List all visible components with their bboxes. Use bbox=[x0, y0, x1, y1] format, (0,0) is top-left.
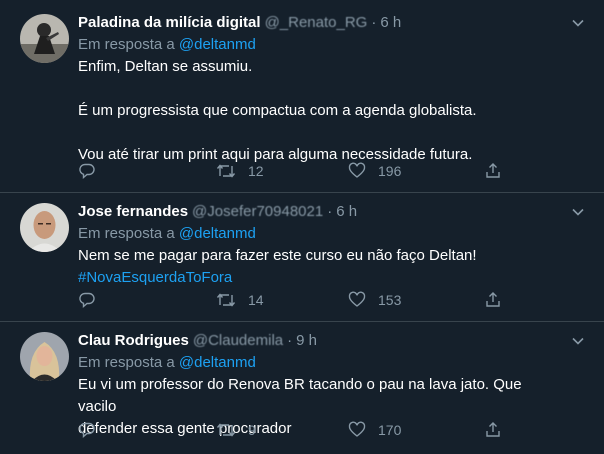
separator-dot: · bbox=[287, 332, 293, 349]
reply-context: Em resposta a @deltanmd bbox=[78, 223, 564, 245]
reply-prefix: Em resposta a bbox=[78, 354, 175, 371]
tweet-text: Enfim, Deltan se assumiu. É um progressi… bbox=[78, 56, 564, 166]
hashtag-link[interactable]: #NovaEsquerdaToFora bbox=[78, 267, 564, 289]
tweet-text-line: Enfim, Deltan se assumiu. bbox=[78, 58, 253, 75]
user-handle[interactable]: @Josefer70948021 bbox=[192, 203, 323, 220]
retweet-count: 14 bbox=[248, 292, 264, 308]
display-name[interactable]: Clau Rodrigues bbox=[78, 332, 189, 349]
like-button[interactable]: 170 bbox=[348, 420, 401, 440]
share-icon bbox=[486, 422, 500, 437]
user-handle[interactable]: @Claudemila bbox=[193, 332, 283, 349]
retweet-icon bbox=[216, 164, 236, 178]
separator-dot: · bbox=[371, 14, 377, 31]
tweet-header: Paladina da milícia digital @_Renato_RG · 6… bbox=[78, 12, 564, 34]
tweet-text: Nem se me pagar para fazer este curso eu… bbox=[78, 245, 564, 289]
avatar[interactable] bbox=[20, 332, 69, 381]
tweet[interactable]: Clau Rodrigues @Claudemila · 9 h Em respost… bbox=[0, 322, 604, 454]
chevron-down-icon[interactable] bbox=[570, 204, 586, 220]
separator-dot: · bbox=[327, 203, 333, 220]
like-count: 170 bbox=[378, 422, 402, 438]
retweet-count: 9 bbox=[248, 422, 256, 438]
share-button[interactable] bbox=[484, 290, 502, 310]
like-button[interactable]: 196 bbox=[348, 161, 401, 181]
retweet-icon bbox=[216, 423, 236, 437]
reply-context: Em resposta a @deltanmd bbox=[78, 34, 564, 56]
tweet-text-line: É um progressista que compactua com a ag… bbox=[78, 102, 477, 119]
reply-icon bbox=[79, 163, 95, 180]
user-handle[interactable]: @_Renato_RG bbox=[265, 14, 368, 31]
tweet-text-line: Nem se me pagar para fazer este curso eu… bbox=[78, 247, 477, 264]
tweet-header: Clau Rodrigues @Claudemila · 9 h bbox=[78, 330, 564, 352]
tweet-actions: 14 153 bbox=[78, 290, 518, 310]
reply-button[interactable] bbox=[78, 161, 96, 181]
share-icon bbox=[486, 163, 500, 178]
retweet-count: 12 bbox=[248, 163, 264, 179]
reply-mention[interactable]: @deltanmd bbox=[179, 36, 256, 53]
like-count: 196 bbox=[378, 163, 402, 179]
timestamp[interactable]: 6 h bbox=[380, 14, 401, 31]
share-icon bbox=[486, 292, 500, 307]
reply-mention[interactable]: @deltanmd bbox=[179, 354, 256, 371]
tweet-actions: 9 170 bbox=[78, 420, 518, 440]
avatar[interactable] bbox=[20, 14, 69, 63]
chevron-down-icon[interactable] bbox=[570, 15, 586, 31]
retweet-button[interactable]: 12 bbox=[216, 161, 264, 181]
share-button[interactable] bbox=[484, 420, 502, 440]
share-button[interactable] bbox=[484, 161, 502, 181]
display-name[interactable]: Jose fernandes bbox=[78, 203, 188, 220]
heart-icon bbox=[348, 162, 366, 178]
reply-button[interactable] bbox=[78, 420, 96, 440]
reply-context: Em resposta a @deltanmd bbox=[78, 352, 564, 374]
tweet[interactable]: Jose fernandes @Josefer70948021 · 6 h Em re… bbox=[0, 193, 604, 322]
reply-button[interactable] bbox=[78, 290, 96, 310]
tweet-header: Jose fernandes @Josefer70948021 · 6 h bbox=[78, 201, 564, 223]
reply-icon bbox=[79, 292, 95, 309]
retweet-button[interactable]: 9 bbox=[216, 420, 256, 440]
timestamp[interactable]: 6 h bbox=[336, 203, 357, 220]
tweet-actions: 12 196 bbox=[78, 161, 518, 181]
tweet-text-line: Eu vi um professor do Renova BR tacando … bbox=[78, 376, 522, 415]
heart-icon bbox=[348, 291, 366, 307]
timestamp[interactable]: 9 h bbox=[296, 332, 317, 349]
tweet[interactable]: Paladina da milícia digital @_Renato_RG · 6… bbox=[0, 0, 604, 193]
reply-icon bbox=[79, 422, 95, 439]
heart-icon bbox=[348, 421, 366, 437]
display-name[interactable]: Paladina da milícia digital bbox=[78, 14, 261, 31]
retweet-icon bbox=[216, 293, 236, 307]
like-button[interactable]: 153 bbox=[348, 290, 401, 310]
like-count: 153 bbox=[378, 292, 402, 308]
reply-prefix: Em resposta a bbox=[78, 225, 175, 242]
retweet-button[interactable]: 14 bbox=[216, 290, 264, 310]
reply-prefix: Em resposta a bbox=[78, 36, 175, 53]
chevron-down-icon[interactable] bbox=[570, 333, 586, 349]
reply-mention[interactable]: @deltanmd bbox=[179, 225, 256, 242]
avatar[interactable] bbox=[20, 203, 69, 252]
